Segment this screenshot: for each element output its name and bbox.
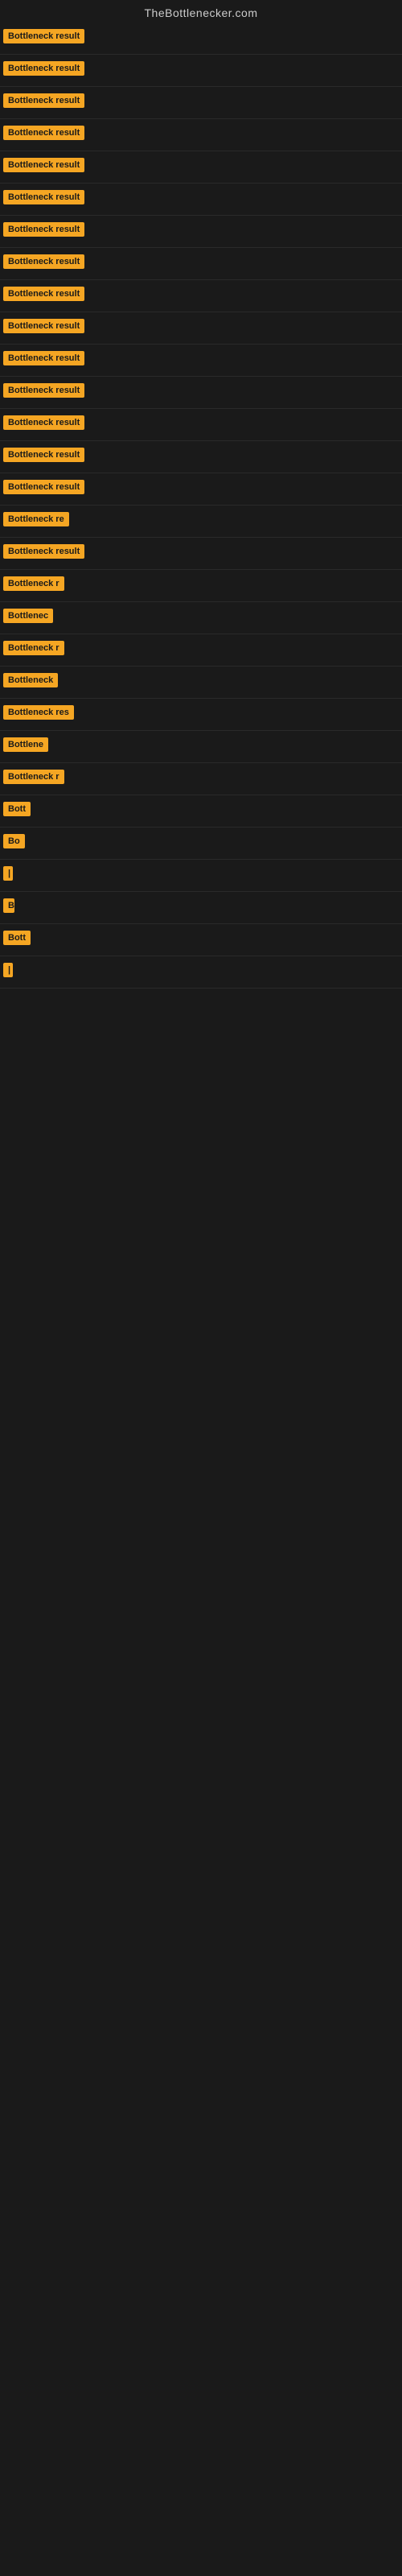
bottleneck-badge[interactable]: Bottleneck result <box>3 544 84 559</box>
list-item: | <box>0 956 402 989</box>
list-item: Bottleneck result <box>0 538 402 570</box>
list-item: Bottleneck result <box>0 441 402 473</box>
list-item: Bo <box>0 828 402 860</box>
list-item: Bottleneck result <box>0 377 402 409</box>
bottleneck-badge[interactable]: Bottleneck result <box>3 319 84 333</box>
list-item: Bottlene <box>0 731 402 763</box>
list-item: Bottleneck result <box>0 184 402 216</box>
list-item: Bottlenec <box>0 602 402 634</box>
list-item: Bottleneck result <box>0 473 402 506</box>
list-item: Bottleneck result <box>0 280 402 312</box>
site-header: TheBottlenecker.com <box>0 0 402 23</box>
bottleneck-badge[interactable]: Bottleneck result <box>3 158 84 172</box>
list-item: Bottleneck r <box>0 763 402 795</box>
list-item: B <box>0 892 402 924</box>
site-title: TheBottlenecker.com <box>0 0 402 23</box>
bottleneck-badge[interactable]: Bottleneck re <box>3 512 69 526</box>
list-item: Bottleneck result <box>0 55 402 87</box>
list-item: Bottleneck result <box>0 248 402 280</box>
bottleneck-badge[interactable]: Bottleneck result <box>3 222 84 237</box>
list-item: Bottleneck result <box>0 216 402 248</box>
bottleneck-badge[interactable]: Bottleneck result <box>3 351 84 365</box>
bottleneck-badge[interactable]: Bottleneck result <box>3 93 84 108</box>
bottleneck-badge[interactable]: Bott <box>3 802 31 816</box>
bottleneck-badge[interactable]: Bottleneck r <box>3 641 64 655</box>
list-item: Bottleneck result <box>0 87 402 119</box>
bottleneck-badge[interactable]: Bottleneck result <box>3 126 84 140</box>
list-item: Bott <box>0 795 402 828</box>
bottleneck-list: Bottleneck result Bottleneck result Bottle… <box>0 23 402 989</box>
bottleneck-badge[interactable]: Bottleneck result <box>3 287 84 301</box>
bottleneck-badge[interactable]: B <box>3 898 14 913</box>
bottleneck-badge[interactable]: Bottleneck result <box>3 254 84 269</box>
list-item: Bottleneck result <box>0 312 402 345</box>
list-item: Bottleneck result <box>0 23 402 55</box>
list-item: Bottleneck r <box>0 570 402 602</box>
bottleneck-badge[interactable]: Bottleneck res <box>3 705 74 720</box>
list-item: Bottleneck result <box>0 409 402 441</box>
bottleneck-badge[interactable]: Bottleneck result <box>3 480 84 494</box>
list-item: Bottleneck r <box>0 634 402 667</box>
bottleneck-badge[interactable]: Bottleneck r <box>3 576 64 591</box>
bottleneck-badge[interactable]: Bottlenec <box>3 609 53 623</box>
list-item: Bott <box>0 924 402 956</box>
bottleneck-badge[interactable]: Bottleneck result <box>3 383 84 398</box>
list-item: | <box>0 860 402 892</box>
list-item: Bottleneck re <box>0 506 402 538</box>
list-item: Bottleneck result <box>0 119 402 151</box>
list-item: Bottleneck <box>0 667 402 699</box>
list-item: Bottleneck result <box>0 345 402 377</box>
bottleneck-badge[interactable]: Bo <box>3 834 25 848</box>
list-item: Bottleneck res <box>0 699 402 731</box>
bottleneck-badge[interactable]: | <box>3 866 13 881</box>
bottleneck-badge[interactable]: Bott <box>3 931 31 945</box>
bottleneck-badge[interactable]: Bottleneck <box>3 673 58 687</box>
bottleneck-badge[interactable]: Bottleneck result <box>3 415 84 430</box>
list-item: Bottleneck result <box>0 151 402 184</box>
bottleneck-badge[interactable]: Bottleneck r <box>3 770 64 784</box>
bottleneck-badge[interactable]: | <box>3 963 13 977</box>
bottleneck-badge[interactable]: Bottleneck result <box>3 61 84 76</box>
bottleneck-badge[interactable]: Bottleneck result <box>3 190 84 204</box>
bottleneck-badge[interactable]: Bottlene <box>3 737 48 752</box>
bottleneck-badge[interactable]: Bottleneck result <box>3 448 84 462</box>
bottleneck-badge[interactable]: Bottleneck result <box>3 29 84 43</box>
